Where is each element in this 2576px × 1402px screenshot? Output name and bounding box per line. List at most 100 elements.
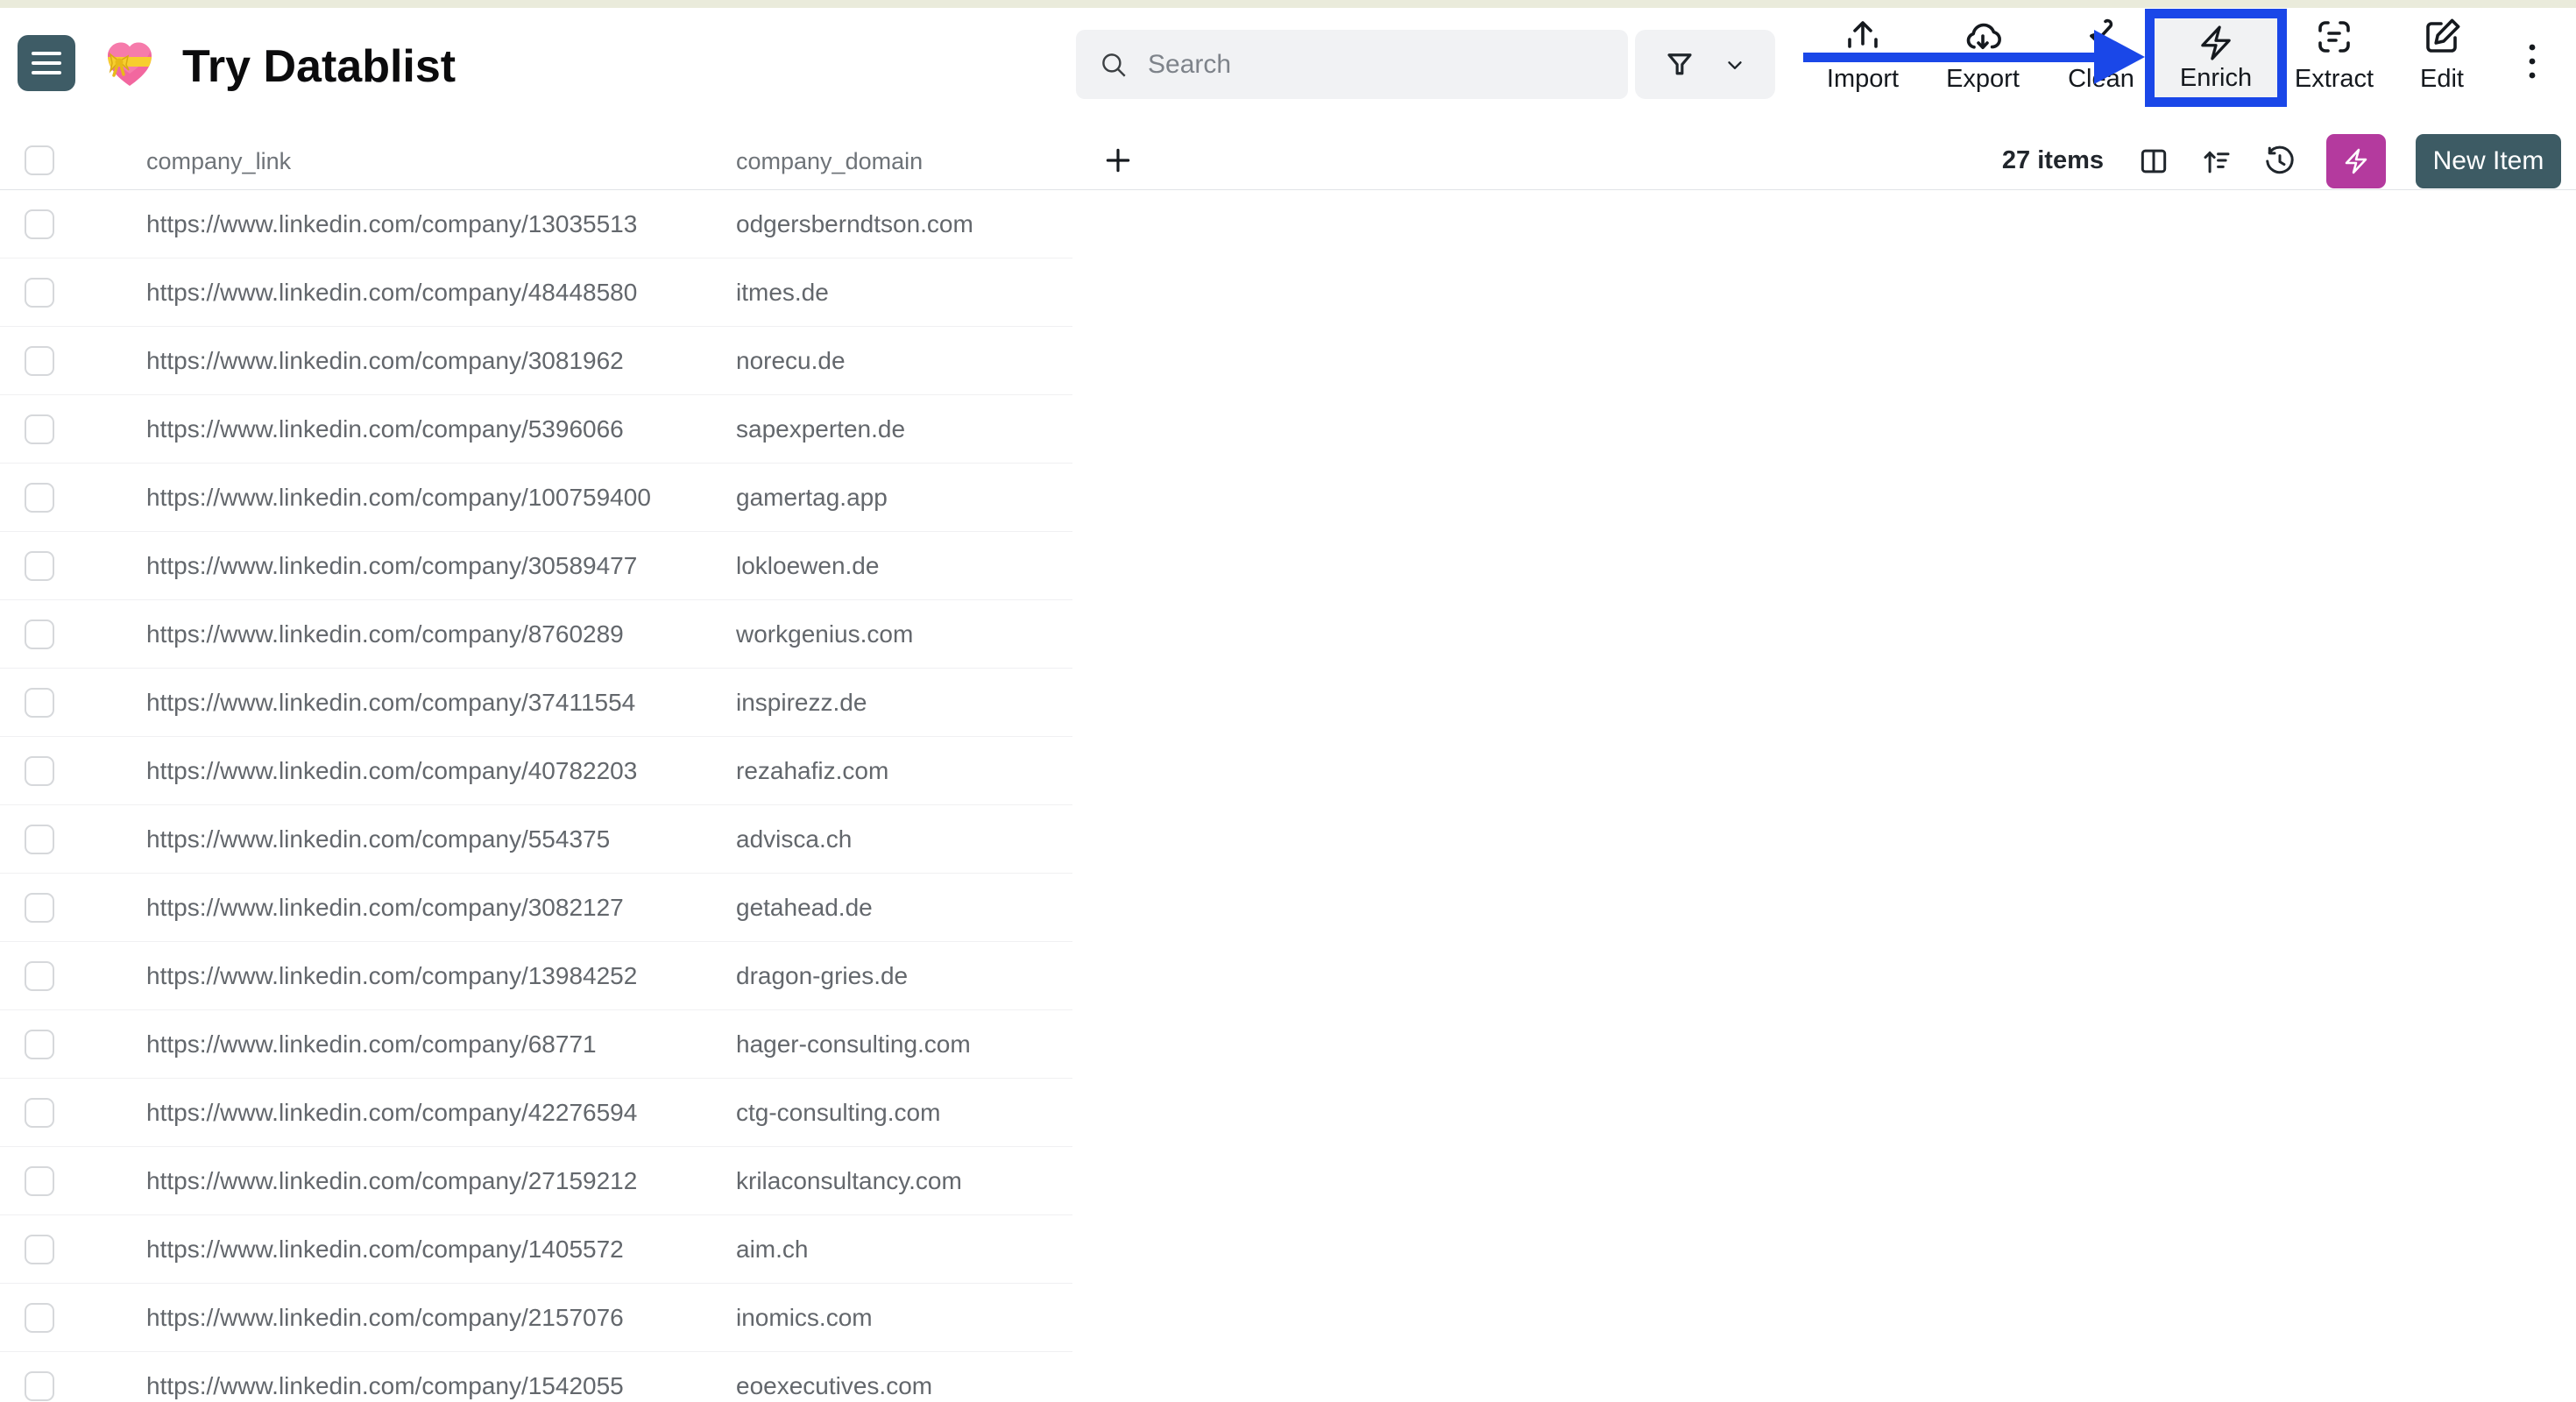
edit-pencil-icon [2421,12,2463,61]
table-row[interactable]: https://www.linkedin.com/company/8760289… [0,600,2576,669]
table-row[interactable]: https://www.linkedin.com/company/3082127… [0,874,2576,942]
cell-company-domain[interactable]: itmes.de [736,258,829,327]
search-input[interactable] [1148,49,1603,80]
edit-button[interactable]: Edit [2388,12,2496,110]
row-checkbox[interactable] [25,209,54,239]
cell-company-link[interactable]: https://www.linkedin.com/company/3081962 [146,327,624,395]
row-checkbox[interactable] [25,961,54,991]
table-row[interactable]: https://www.linkedin.com/company/1398425… [0,942,2576,1010]
row-checkbox[interactable] [25,278,54,308]
cell-company-domain[interactable]: odgersberndtson.com [736,190,973,258]
hamburger-menu-button[interactable] [18,35,75,91]
cell-company-link[interactable]: https://www.linkedin.com/company/4844858… [146,258,637,327]
cell-company-domain[interactable]: sapexperten.de [736,395,905,464]
cell-company-link[interactable]: https://www.linkedin.com/company/68771 [146,1010,597,1079]
cell-company-domain[interactable]: lokloewen.de [736,532,879,600]
table-row[interactable]: https://www.linkedin.com/company/3081962… [0,327,2576,395]
table-row[interactable]: https://www.linkedin.com/company/4078220… [0,737,2576,805]
cell-company-link[interactable]: https://www.linkedin.com/company/3741155… [146,669,635,737]
cell-company-link[interactable]: https://www.linkedin.com/company/4078220… [146,737,637,805]
cell-company-link[interactable]: https://www.linkedin.com/company/3082127 [146,874,624,942]
row-checkbox[interactable] [25,620,54,649]
filter-button-group[interactable] [1635,30,1775,99]
table-row[interactable]: https://www.linkedin.com/company/5396066… [0,395,2576,464]
lightning-icon [2345,148,2367,173]
cell-company-link[interactable]: https://www.linkedin.com/company/1405572 [146,1215,624,1284]
kebab-icon [2529,44,2536,79]
filter-funnel-icon[interactable] [1664,49,1695,81]
new-item-button[interactable]: New Item [2416,133,2561,188]
table-row[interactable]: https://www.linkedin.com/company/554375 … [0,805,2576,874]
cell-company-domain[interactable]: inomics.com [736,1284,873,1352]
enrich-button-highlighted[interactable]: Enrich [2145,9,2287,107]
cell-company-domain[interactable]: getahead.de [736,874,873,942]
history-button[interactable] [2263,145,2296,178]
cell-company-link[interactable]: https://www.linkedin.com/company/1007594… [146,464,651,532]
row-checkbox[interactable] [25,756,54,786]
cell-company-link[interactable]: https://www.linkedin.com/company/5396066 [146,395,624,464]
row-checkbox[interactable] [25,1235,54,1264]
select-all-checkbox[interactable] [25,145,54,175]
cell-company-link[interactable]: https://www.linkedin.com/company/4227659… [146,1079,637,1147]
cell-company-domain[interactable]: advisca.ch [736,805,852,874]
annotation-arrow-head [2094,30,2145,84]
cell-company-link[interactable]: https://www.linkedin.com/company/1542055 [146,1352,624,1402]
table-row[interactable]: https://www.linkedin.com/company/1007594… [0,464,2576,532]
more-options-kebab-button[interactable] [2511,32,2553,95]
table-row[interactable]: https://www.linkedin.com/company/68771 h… [0,1010,2576,1079]
table-row[interactable]: https://www.linkedin.com/company/4227659… [0,1079,2576,1147]
cell-company-link[interactable]: https://www.linkedin.com/company/2715921… [146,1147,637,1215]
cell-company-link[interactable]: https://www.linkedin.com/company/1398425… [146,942,637,1010]
row-checkbox[interactable] [25,825,54,854]
cell-company-domain[interactable]: rezahafiz.com [736,737,888,805]
cell-company-link[interactable]: https://www.linkedin.com/company/8760289 [146,600,624,669]
column-header-company-domain[interactable]: company_domain [736,148,923,175]
cell-company-domain[interactable]: inspirezz.de [736,669,867,737]
table-row[interactable]: https://www.linkedin.com/company/1303551… [0,190,2576,258]
table-row[interactable]: https://www.linkedin.com/company/3058947… [0,532,2576,600]
row-checkbox[interactable] [25,893,54,923]
table-row[interactable]: https://www.linkedin.com/company/2157076… [0,1284,2576,1352]
cell-company-domain[interactable]: dragon-gries.de [736,942,908,1010]
cell-company-link[interactable]: https://www.linkedin.com/company/1303551… [146,190,637,258]
cell-company-domain[interactable]: krilaconsultancy.com [736,1147,962,1215]
row-checkbox[interactable] [25,483,54,513]
enrich-label: Enrich [2179,63,2253,92]
cell-company-domain[interactable]: aim.ch [736,1215,808,1284]
row-checkbox[interactable] [25,1166,54,1196]
column-header-company-link[interactable]: company_link [146,148,291,175]
columns-view-button[interactable] [2137,145,2170,178]
row-checkbox[interactable] [25,414,54,444]
sort-button[interactable] [2200,145,2233,178]
table-row[interactable]: https://www.linkedin.com/company/2715921… [0,1147,2576,1215]
table-row[interactable]: https://www.linkedin.com/company/1542055… [0,1352,2576,1402]
sort-icon [2204,150,2230,173]
table-row[interactable]: https://www.linkedin.com/company/1405572… [0,1215,2576,1284]
extract-button[interactable]: Extract [2280,12,2388,110]
cell-company-domain[interactable]: norecu.de [736,327,846,395]
history-clock-icon [2266,145,2294,173]
row-checkbox[interactable] [25,1371,54,1401]
cell-company-link[interactable]: https://www.linkedin.com/company/2157076 [146,1284,624,1352]
cell-company-domain[interactable]: eoexecutives.com [736,1352,932,1402]
cell-company-domain[interactable]: ctg-consulting.com [736,1079,940,1147]
chevron-down-icon[interactable] [1723,53,1746,76]
cell-company-link[interactable]: https://www.linkedin.com/company/554375 [146,805,610,874]
search-bar[interactable] [1076,30,1628,99]
add-column-button[interactable] [1100,143,1136,178]
row-checkbox[interactable] [25,1303,54,1333]
quick-enrich-button[interactable] [2326,133,2386,188]
row-checkbox[interactable] [25,1098,54,1128]
cell-company-link[interactable]: https://www.linkedin.com/company/3058947… [146,532,637,600]
page-title: Try Datablist [182,41,456,92]
table-row[interactable]: https://www.linkedin.com/company/3741155… [0,669,2576,737]
cell-company-domain[interactable]: gamertag.app [736,464,888,532]
table-row[interactable]: https://www.linkedin.com/company/4844858… [0,258,2576,327]
row-checkbox[interactable] [25,1030,54,1059]
row-checkbox[interactable] [25,551,54,581]
row-checkbox[interactable] [25,346,54,376]
row-checkbox[interactable] [25,688,54,718]
cell-company-domain[interactable]: hager-consulting.com [736,1010,971,1079]
enrich-lightning-icon [2201,25,2231,60]
cell-company-domain[interactable]: workgenius.com [736,600,913,669]
